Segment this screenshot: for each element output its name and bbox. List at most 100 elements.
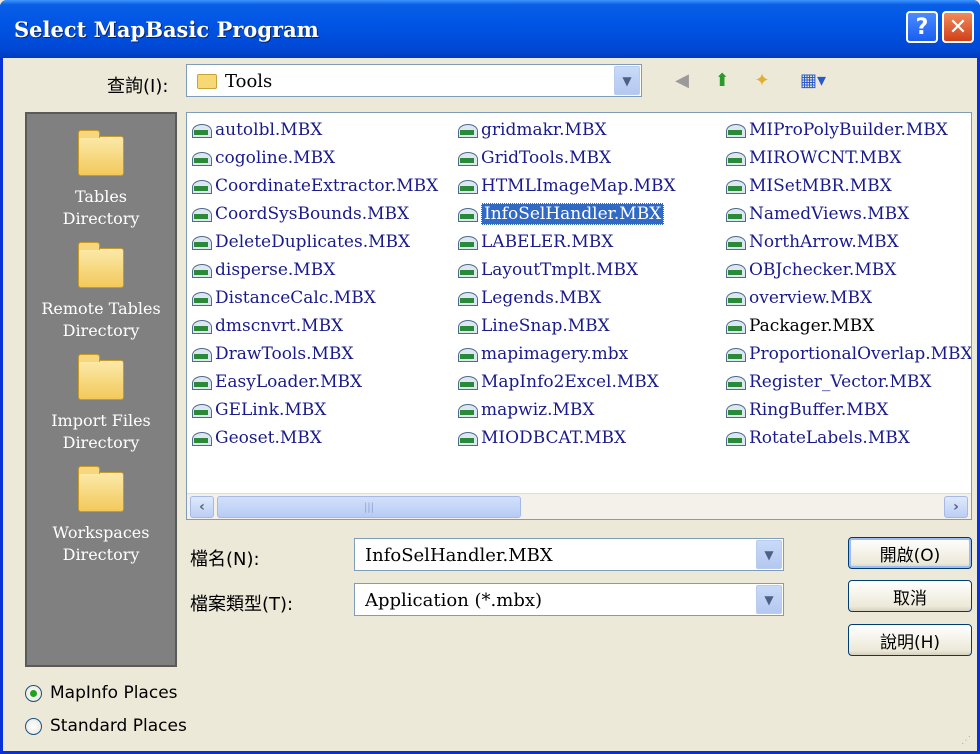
filetype-select[interactable]: Application (*.mbx) ▼ — [354, 583, 784, 616]
chevron-down-icon[interactable]: ▼ — [756, 585, 782, 614]
file-item[interactable]: Geoset.MBX — [191, 425, 322, 451]
file-item[interactable]: GridTools.MBX — [457, 145, 611, 171]
place-tables-directory[interactable]: Tables Directory — [27, 130, 175, 230]
resize-grip-icon[interactable]: ⋰ — [961, 735, 973, 747]
horizontal-scrollbar[interactable]: ‹ ||| › — [187, 493, 971, 519]
mbx-file-icon — [457, 177, 479, 195]
file-item[interactable]: RingBuffer.MBX — [725, 397, 888, 423]
scrollbar-thumb[interactable]: ||| — [217, 496, 521, 518]
file-item[interactable]: MIProPolyBuilder.MBX — [725, 117, 948, 143]
file-item[interactable]: OBJchecker.MBX — [725, 257, 896, 283]
file-item[interactable]: gridmakr.MBX — [457, 117, 607, 143]
file-item[interactable]: cogoline.MBX — [191, 145, 335, 171]
file-item[interactable]: NorthArrow.MBX — [725, 229, 899, 255]
mbx-file-icon — [191, 177, 213, 195]
file-item[interactable]: overview.MBX — [725, 285, 872, 311]
open-button[interactable]: 開啟(O) — [848, 537, 972, 569]
file-item[interactable]: DeleteDuplicates.MBX — [191, 229, 410, 255]
file-item[interactable]: GELink.MBX — [191, 397, 326, 423]
file-item[interactable]: NamedViews.MBX — [725, 201, 909, 227]
file-item[interactable]: MISetMBR.MBX — [725, 173, 892, 199]
file-item[interactable]: InfoSelHandler.MBX — [457, 201, 665, 227]
file-item[interactable]: LineSnap.MBX — [457, 313, 610, 339]
file-name: mapimagery.mbx — [481, 344, 629, 364]
place-workspaces-directory[interactable]: Workspaces Directory — [27, 466, 175, 566]
mbx-file-icon — [457, 429, 479, 447]
place-label: Workspaces Directory — [52, 523, 150, 564]
filetype-label: 檔案類型(T): — [190, 594, 294, 615]
mbx-file-icon — [191, 429, 213, 447]
file-item[interactable]: MIODBCAT.MBX — [457, 425, 626, 451]
mbx-file-icon — [725, 205, 747, 223]
lookin-value: Tools — [225, 71, 273, 92]
mbx-file-icon — [191, 261, 213, 279]
file-item[interactable]: RotateLabels.MBX — [725, 425, 910, 451]
close-icon[interactable]: ✕ — [942, 11, 974, 43]
file-item[interactable]: MIROWCNT.MBX — [725, 145, 901, 171]
mbx-file-icon — [725, 121, 747, 139]
radio-standard-places[interactable]: Standard Places — [25, 716, 187, 736]
scroll-left-icon[interactable]: ‹ — [190, 496, 214, 518]
file-item[interactable]: Legends.MBX — [457, 285, 601, 311]
filename-value: InfoSelHandler.MBX — [365, 545, 553, 566]
file-name: disperse.MBX — [215, 260, 336, 280]
chevron-down-icon[interactable]: ▼ — [756, 540, 782, 569]
radio-label: MapInfo Places — [50, 683, 178, 703]
file-item[interactable]: LABELER.MBX — [457, 229, 613, 255]
mbx-file-icon — [191, 345, 213, 363]
file-name: OBJchecker.MBX — [749, 260, 897, 280]
file-name: ProportionalOverlap.MBX — [749, 344, 972, 364]
radio-dot-icon[interactable] — [25, 717, 42, 735]
file-item[interactable]: CoordSysBounds.MBX — [191, 201, 409, 227]
file-item[interactable]: autolbl.MBX — [191, 117, 322, 143]
file-item[interactable]: mapwiz.MBX — [457, 397, 595, 423]
file-item[interactable]: MapInfo2Excel.MBX — [457, 369, 659, 395]
radio-dot-icon[interactable] — [25, 684, 42, 702]
place-label: Import Files Directory — [51, 411, 151, 452]
file-item[interactable]: disperse.MBX — [191, 257, 335, 283]
file-name: LABELER.MBX — [481, 232, 614, 252]
radio-label: Standard Places — [50, 716, 187, 736]
lookin-combo[interactable]: Tools ▼ — [186, 64, 642, 97]
view-menu-icon[interactable]: ▦▾ — [795, 68, 831, 92]
file-item[interactable]: ProportionalOverlap.MBX — [725, 341, 972, 367]
file-name: gridmakr.MBX — [481, 120, 607, 140]
file-name: LineSnap.MBX — [481, 316, 610, 336]
file-item[interactable]: DistanceCalc.MBX — [191, 285, 376, 311]
file-list[interactable]: ‹ ||| › autolbl.MBX cogoline.MBX Coordinat… — [186, 112, 972, 520]
place-remote-tables-directory[interactable]: Remote Tables Directory — [27, 242, 175, 342]
new-folder-icon[interactable]: ✦ — [750, 68, 774, 92]
folder-icon — [78, 466, 124, 512]
file-item[interactable]: Register_Vector.MBX — [725, 369, 931, 395]
file-item[interactable]: LayoutTmplt.MBX — [457, 257, 638, 283]
radio-mapinfo-places[interactable]: MapInfo Places — [25, 683, 178, 703]
file-item[interactable]: Packager.MBX — [725, 313, 874, 339]
file-name: cogoline.MBX — [215, 148, 336, 168]
file-item[interactable]: mapimagery.mbx — [457, 341, 628, 367]
title-bar[interactable]: Select MapBasic Program ? ✕ — [0, 0, 980, 58]
back-icon[interactable]: ◀ — [670, 68, 694, 92]
place-import-files-directory[interactable]: Import Files Directory — [27, 354, 175, 454]
file-name: Geoset.MBX — [215, 428, 322, 448]
mbx-file-icon — [725, 345, 747, 363]
mbx-file-icon — [457, 317, 479, 335]
cancel-button[interactable]: 取消 — [848, 580, 972, 612]
chevron-down-icon[interactable]: ▼ — [614, 66, 640, 95]
file-name: mapwiz.MBX — [481, 400, 595, 420]
file-item[interactable]: CoordinateExtractor.MBX — [191, 173, 438, 199]
mbx-file-icon — [457, 205, 479, 223]
mbx-file-icon — [457, 149, 479, 167]
mbx-file-icon — [457, 233, 479, 251]
file-item[interactable]: dmscnvrt.MBX — [191, 313, 343, 339]
file-item[interactable]: EasyLoader.MBX — [191, 369, 362, 395]
file-item[interactable]: DrawTools.MBX — [191, 341, 354, 367]
mbx-file-icon — [725, 233, 747, 251]
help-icon[interactable]: ? — [906, 11, 938, 43]
scroll-right-icon[interactable]: › — [944, 496, 968, 518]
filename-input[interactable]: InfoSelHandler.MBX ▼ — [354, 538, 784, 571]
file-name: CoordinateExtractor.MBX — [215, 176, 439, 196]
file-item[interactable]: HTMLImageMap.MBX — [457, 173, 676, 199]
up-folder-icon[interactable]: ⬆ — [710, 68, 734, 92]
help-button[interactable]: 說明(H) — [848, 624, 972, 656]
place-label: Tables Directory — [62, 187, 140, 228]
